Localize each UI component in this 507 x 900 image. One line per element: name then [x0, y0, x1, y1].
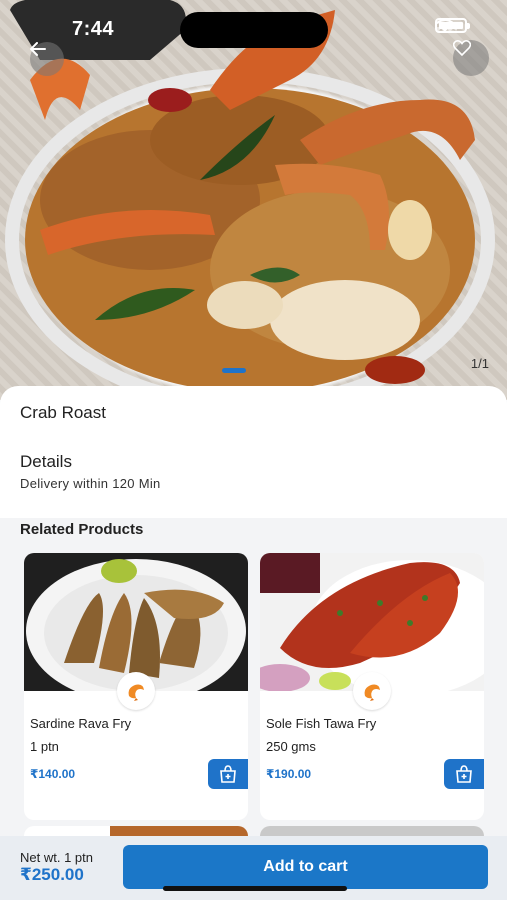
product-price: ₹190.00: [266, 767, 312, 781]
add-to-bag-icon: [456, 765, 472, 783]
add-to-cart-cta[interactable]: Add to cart: [123, 845, 488, 889]
related-product-card[interactable]: Sole Fish Tawa Fry 250 gms ₹190.00: [260, 553, 484, 820]
delivery-info: Delivery within 120 Min: [20, 476, 161, 491]
product-thumbnail[interactable]: [260, 553, 484, 691]
related-product-card[interactable]: Sardine Rava Fry 1 ptn ₹140.00: [24, 553, 248, 820]
category-badge: [353, 672, 391, 710]
status-time: 7:44: [72, 18, 115, 40]
total-price: ₹250.00: [20, 865, 84, 884]
image-counter: 1/1: [470, 356, 489, 371]
product-info-card: Crab Roast Details Delivery within 120 M…: [0, 386, 507, 518]
product-hero-image[interactable]: 7:44 1/1: [0, 0, 507, 400]
related-products-heading: Related Products: [20, 521, 144, 538]
details-heading: Details: [20, 452, 72, 471]
product-name: Sole Fish Tawa Fry: [266, 716, 377, 731]
status-bar: 7:44: [0, 0, 507, 55]
battery-icon: [435, 18, 470, 33]
add-to-bag-icon: [220, 765, 236, 783]
favorite-button[interactable]: [453, 40, 489, 76]
shrimp-icon: [128, 684, 144, 701]
product-price: ₹140.00: [30, 767, 76, 781]
product-quantity: 250 gms: [266, 739, 316, 754]
product-title: Crab Roast: [20, 403, 106, 422]
home-indicator: [163, 886, 347, 891]
product-quantity: 1 ptn: [30, 739, 59, 754]
heart-icon: [453, 40, 471, 56]
arrow-left-icon: [30, 42, 46, 56]
add-to-cart-button[interactable]: [444, 759, 484, 789]
back-button[interactable]: [30, 42, 64, 76]
product-thumbnail[interactable]: [24, 553, 248, 691]
status-icons: [435, 18, 470, 33]
crab-roast-photo: [5, 0, 495, 400]
product-detail-screen: 7:44 1/1 Crab Roast Details Delivery wit…: [0, 0, 507, 900]
product-name: Sardine Rava Fry: [30, 716, 132, 731]
shrimp-icon: [364, 684, 380, 701]
net-weight: Net wt. 1 ptn: [20, 850, 93, 865]
add-to-cart-button[interactable]: [208, 759, 248, 789]
category-badge: [117, 672, 155, 710]
carousel-indicator: [222, 368, 246, 373]
dynamic-island: [180, 12, 328, 48]
